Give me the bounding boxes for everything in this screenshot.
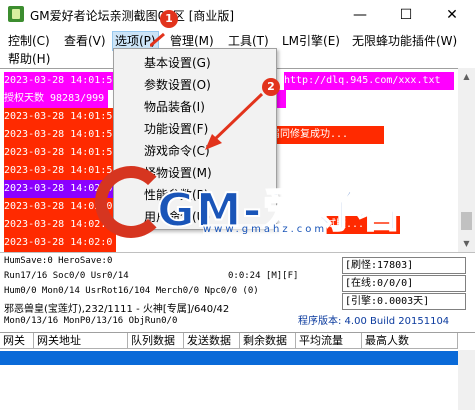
menu-plugins[interactable]: 无限蜂功能插件(W) [350,32,459,50]
log-line-tail: 届同修复成功... [270,126,384,144]
log-line: 2023-03-28 14:01:5 [4,144,117,162]
status-hum: Hum0/0 Mon0/14 UsrRot16/104 Merch0/0 Npc… [4,286,259,296]
scroll-up-icon[interactable]: ▲ [458,68,475,85]
status-monster: 邪恶兽皇(宝莲灯),232/1111 - 火神[专属]/640/42 [4,304,230,315]
scroll-down-icon[interactable]: ▼ [458,235,475,252]
status-run: Run17/16 Soc0/0 Usr0/14 [4,271,129,281]
watermark: GM-爱好者 www.gmahz.com [95,166,404,244]
log-line-url: http://dlq.945.com/xxx.txt [284,72,454,90]
annotation-arrows [150,32,264,150]
arrow-2-line [210,92,264,144]
minimize-button[interactable]: — [337,0,383,30]
title-bar: GM爱好者论坛亲测截图01区 [商业版] — ☐ ✕ [0,0,475,30]
table-row-selected[interactable] [0,351,460,365]
table-header: 网关 网关地址 队列数据 发送数据 剩余数据 平均流量 最高人数 [0,333,475,350]
close-button[interactable]: ✕ [429,0,475,30]
status-save: HumSave:0 HeroSave:0 [4,256,113,266]
status-mon: Mon0/13/16 MonP0/13/16 ObjRun0/0 [4,316,178,326]
menu-lm-engine[interactable]: LM引擎(E) [280,32,342,50]
stat-engine: [引擎:0.0003天] [342,293,466,310]
annotation-badge-1: 1 [160,10,178,28]
col-send-data[interactable]: 发送数据 [184,333,240,349]
menu-control[interactable]: 控制(C) [6,32,52,50]
col-gateway-address[interactable]: 网关地址 [34,333,128,349]
menu-help[interactable]: 帮助(H) [6,50,52,68]
scroll-thumb[interactable] [461,212,472,230]
app-icon [8,6,24,22]
table-scrollbar[interactable] [458,350,475,410]
col-remaining-data[interactable]: 剩余数据 [240,333,296,349]
log-line: 授权天数 98283/999 [4,90,109,108]
log-line: 2023-03-28 14:01:5 [4,108,117,126]
log-scrollbar[interactable]: ▲ ▼ [458,68,475,252]
status-time: 0:0:24 [M][F] [228,271,299,281]
maximize-button[interactable]: ☐ [383,0,429,30]
col-queue-data[interactable]: 队列数据 [128,333,184,349]
stat-online: [在线:0/0/0] [342,275,466,292]
arrow-1-line [150,32,165,48]
program-version: 程序版本: 4.00 Build 20151104 [298,316,450,327]
col-gateway[interactable]: 网关 [0,333,34,349]
menu-view[interactable]: 查看(V) [62,32,108,50]
log-line: 2023-03-28 14:01:5 [4,126,117,144]
gateway-table: 网关 网关地址 队列数据 发送数据 剩余数据 平均流量 最高人数 [0,332,475,410]
window-title: GM爱好者论坛亲测截图01区 [商业版] [30,9,235,23]
col-max-users[interactable]: 最高人数 [362,333,458,349]
log-line: 2023-03-28 14:01:5 [4,72,117,90]
watermark-url: www.gmahz.com [203,224,328,235]
stat-refresh-monsters: [刷怪:17803] [342,257,466,274]
col-average-traffic[interactable]: 平均流量 [296,333,362,349]
